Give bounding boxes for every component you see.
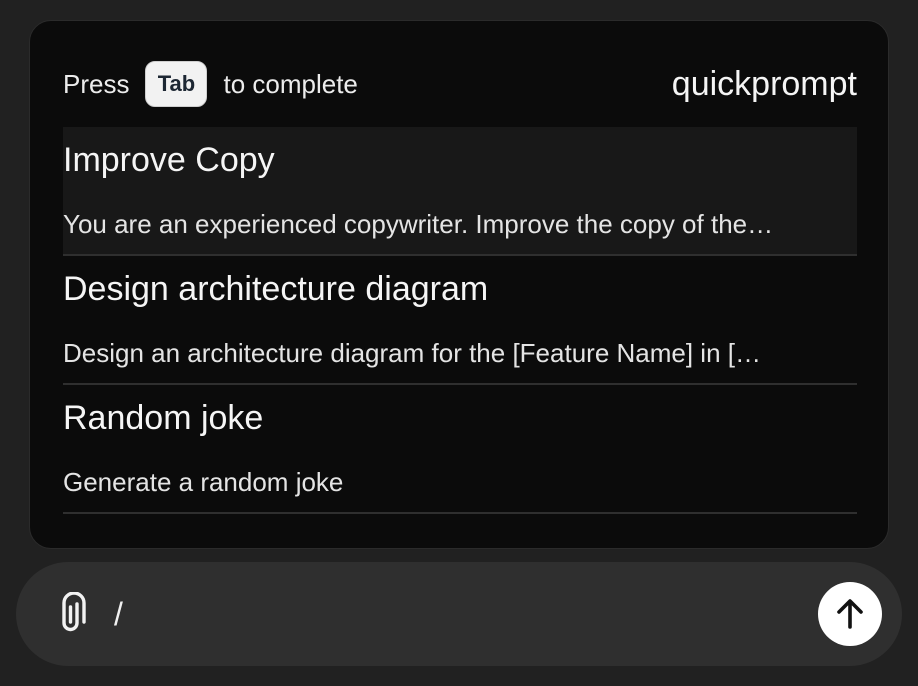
message-composer: / bbox=[16, 562, 902, 666]
prompt-title: Design architecture diagram bbox=[63, 270, 489, 308]
tab-key-badge: Tab bbox=[145, 61, 208, 107]
popup-header: Press Tab to complete quickprompt bbox=[63, 61, 857, 107]
prompt-input[interactable]: / bbox=[114, 592, 123, 636]
prompt-item-design-architecture-diagram[interactable]: Design architecture diagram Design an ar… bbox=[63, 256, 857, 385]
tab-hint: Press Tab to complete bbox=[63, 61, 358, 107]
prompt-description: Generate a random joke bbox=[63, 467, 344, 497]
quickprompt-popup: Press Tab to complete quickprompt Improv… bbox=[29, 20, 889, 549]
prompt-description: Design an architecture diagram for the [… bbox=[63, 338, 761, 368]
send-button[interactable] bbox=[818, 582, 882, 646]
hint-complete-text: to complete bbox=[223, 68, 358, 99]
prompt-list: Improve Copy You are an experienced copy… bbox=[63, 127, 857, 514]
arrow-up-icon bbox=[837, 599, 863, 629]
hint-press-text: Press bbox=[63, 68, 130, 99]
prompt-item-improve-copy[interactable]: Improve Copy You are an experienced copy… bbox=[63, 127, 857, 256]
paperclip-icon[interactable] bbox=[54, 591, 90, 636]
prompt-title: Improve Copy bbox=[63, 141, 275, 179]
prompt-title: Random joke bbox=[63, 399, 264, 437]
prompt-item-random-joke[interactable]: Random joke Generate a random joke bbox=[63, 385, 857, 514]
prompt-description: You are an experienced copywriter. Impro… bbox=[63, 209, 774, 239]
brand-label: quickprompt bbox=[671, 65, 857, 103]
